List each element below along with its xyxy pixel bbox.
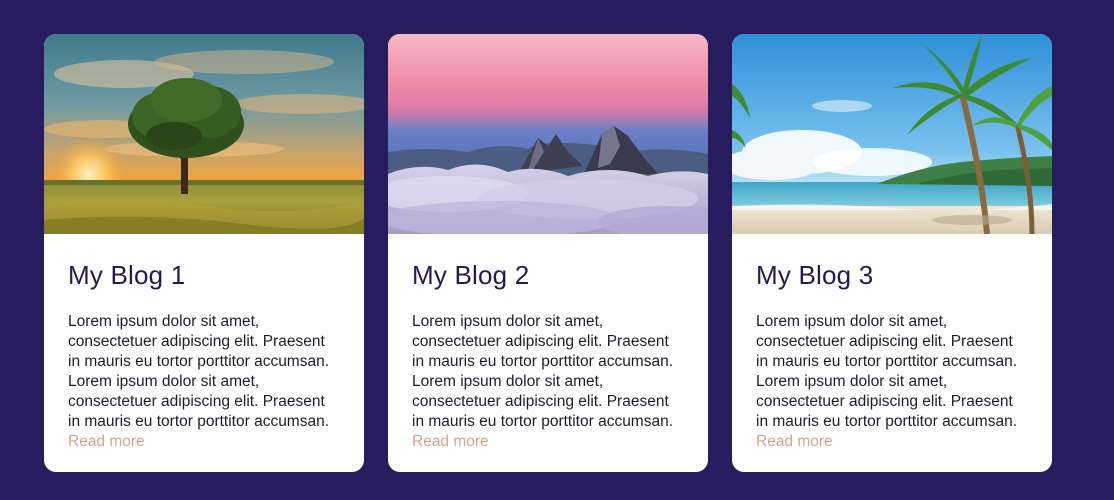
blog-card: My Blog 3 Lorem ipsum dolor sit amet, co… xyxy=(732,34,1052,472)
blog-card-image xyxy=(388,34,708,234)
blog-card-excerpt: Lorem ipsum dolor sit amet, consectetuer… xyxy=(756,312,1028,452)
read-more-link[interactable]: Read more xyxy=(756,433,833,450)
blog-card-list: My Blog 1 Lorem ipsum dolor sit amet, co… xyxy=(44,34,1052,472)
blog-card-image xyxy=(44,34,364,234)
tree-sunset-image xyxy=(44,34,364,234)
read-more-link[interactable]: Read more xyxy=(412,433,489,450)
read-more-link[interactable]: Read more xyxy=(68,433,145,450)
beach-palms-image xyxy=(732,34,1052,234)
blog-card-excerpt: Lorem ipsum dolor sit amet, consectetuer… xyxy=(68,312,340,452)
mountain-clouds-image xyxy=(388,34,708,234)
blog-card-excerpt-text: Lorem ipsum dolor sit amet, consectetuer… xyxy=(412,313,674,430)
blog-card-body: My Blog 2 Lorem ipsum dolor sit amet, co… xyxy=(388,234,708,452)
blog-card: My Blog 1 Lorem ipsum dolor sit amet, co… xyxy=(44,34,364,472)
blog-card-excerpt-text: Lorem ipsum dolor sit amet, consectetuer… xyxy=(756,313,1018,430)
blog-card-body: My Blog 1 Lorem ipsum dolor sit amet, co… xyxy=(44,234,364,452)
blog-card-title: My Blog 3 xyxy=(756,260,874,290)
blog-card-title: My Blog 1 xyxy=(68,260,186,290)
blog-card-title: My Blog 2 xyxy=(412,260,530,290)
blog-card-image xyxy=(732,34,1052,234)
blog-card-excerpt-text: Lorem ipsum dolor sit amet, consectetuer… xyxy=(68,313,330,430)
blog-card-excerpt: Lorem ipsum dolor sit amet, consectetuer… xyxy=(412,312,684,452)
blog-card-body: My Blog 3 Lorem ipsum dolor sit amet, co… xyxy=(732,234,1052,452)
blog-card: My Blog 2 Lorem ipsum dolor sit amet, co… xyxy=(388,34,708,472)
